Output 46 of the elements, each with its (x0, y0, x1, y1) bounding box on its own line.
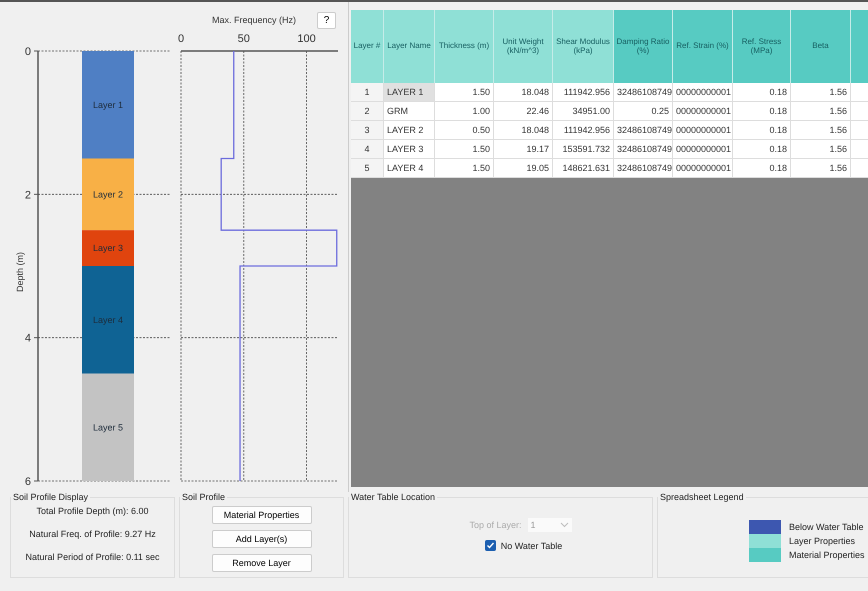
info-text: Total Profile Depth (m): 6.00 (36, 506, 149, 516)
column-header: Unit Weight (kN/m^3) (494, 10, 553, 83)
tick-label: 100 (297, 33, 316, 45)
group-title: Spreadsheet Legend (659, 492, 745, 502)
tick-label: 6 (24, 476, 31, 488)
group-title: Soil Profile Display (12, 492, 90, 502)
table-cell: 1 (351, 83, 384, 102)
table-cell: 4 (351, 140, 384, 159)
info-text: Natural Period of Profile: 0.11 sec (26, 552, 160, 562)
column-header: Thickness (m) (435, 10, 494, 83)
tick-label: 0 (178, 33, 184, 45)
column-header: Ref. Strain (%) (673, 10, 733, 83)
table-cell: 3 (351, 121, 384, 140)
column-header: Beta (791, 10, 851, 83)
legend-label: Material Properties (789, 550, 865, 560)
field-label: Top of Layer: (469, 520, 522, 530)
column-header: Layer # (351, 10, 384, 83)
action-button[interactable]: Material Properties (212, 506, 312, 524)
action-button[interactable]: Add Layer(s) (212, 530, 312, 548)
legend-label: Below Water Table (789, 522, 864, 532)
legend-label: Layer Properties (789, 536, 856, 546)
chevron-icon (560, 522, 569, 528)
group-title: Soil Profile (181, 492, 226, 502)
group-title: Water Table Location (350, 492, 436, 502)
tick-label: 4 (24, 332, 31, 345)
table-cell: 2 (351, 102, 384, 121)
column-header: Shear Modulus (kPa) (553, 10, 614, 83)
tick-label: 50 (238, 33, 250, 45)
layer-label: Layer 4 (92, 314, 124, 325)
chart-title: Max. Frequency (Hz) (212, 15, 296, 25)
help-button[interactable]: ? (317, 12, 336, 29)
checkbox-label: No Water Table (500, 540, 562, 550)
tick-label: 2 (24, 189, 31, 202)
layer-label: Layer 5 (92, 422, 124, 432)
action-button[interactable]: Remove Layer (212, 554, 312, 572)
axis-title: Depth (m) (15, 252, 25, 292)
table-cell[interactable]: LAYER 1 (384, 83, 435, 102)
tick-label: 0 (24, 46, 31, 58)
layer-label: Layer 2 (92, 189, 124, 200)
info-text: Natural Freq. of Profile: 9.27 Hz (29, 529, 156, 539)
column-header: Ref. Stress (MPa) (733, 10, 791, 83)
column-header: Damping Ratio (%) (614, 10, 673, 83)
layer-label: Layer 1 (92, 100, 124, 110)
column-header: Layer Name (384, 10, 435, 83)
layer-label: Layer 3 (92, 243, 124, 254)
table-cell: 5 (351, 159, 384, 178)
